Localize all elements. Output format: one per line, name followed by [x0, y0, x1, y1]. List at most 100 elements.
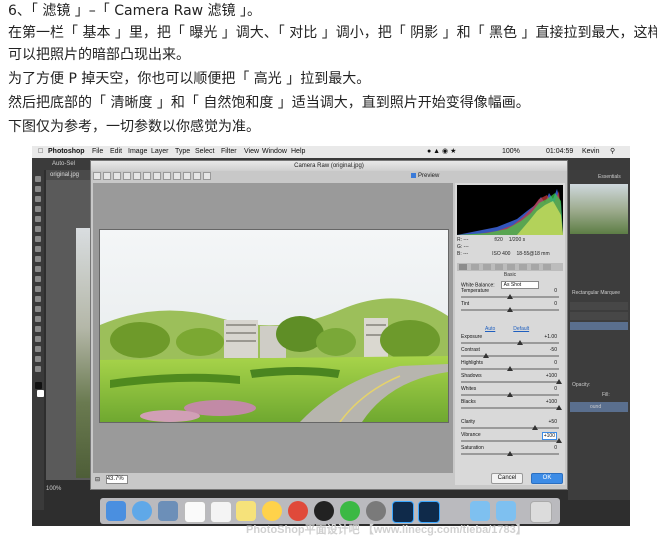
wechat-icon[interactable]: [340, 501, 360, 521]
slider-track[interactable]: [461, 381, 559, 383]
hsl-tab-icon[interactable]: [495, 264, 503, 270]
fx-tab-icon[interactable]: [531, 264, 539, 270]
panel-row-selected[interactable]: [570, 322, 628, 330]
zoom-control[interactable]: ⊟ 43.7%: [95, 475, 128, 484]
marquee-tool-icon[interactable]: [35, 186, 41, 192]
radial-filter-icon[interactable]: [203, 172, 211, 180]
calibration-tab-icon[interactable]: [543, 264, 551, 270]
auto-link[interactable]: Auto: [485, 326, 495, 332]
menu-edit[interactable]: Edit: [110, 146, 122, 158]
detail-tab-icon[interactable]: [483, 264, 491, 270]
type-tool-icon[interactable]: [35, 326, 41, 332]
slider-value[interactable]: -50: [550, 347, 557, 353]
ok-button[interactable]: OK: [531, 473, 563, 484]
path-select-icon[interactable]: [35, 336, 41, 342]
slider-value[interactable]: +100: [541, 432, 557, 440]
gradient-tool-icon[interactable]: [35, 286, 41, 292]
slider-knob[interactable]: [507, 366, 513, 371]
slider-knob[interactable]: [556, 379, 562, 384]
dodge-tool-icon[interactable]: [35, 306, 41, 312]
menu-select[interactable]: Select: [195, 146, 214, 158]
color-sampler-icon[interactable]: [123, 172, 131, 180]
panel-tabs[interactable]: [457, 263, 563, 271]
menu-layer[interactable]: Layer: [151, 146, 169, 158]
slider-value[interactable]: 0: [554, 445, 557, 451]
apple-icon[interactable]: : [38, 146, 43, 158]
hand-tool-icon[interactable]: [103, 172, 111, 180]
spot-removal-icon[interactable]: [163, 172, 171, 180]
menu-type[interactable]: Type: [175, 146, 190, 158]
chrome-icon[interactable]: [288, 501, 308, 521]
move-tool-options[interactable]: Auto-Sel: [52, 158, 75, 170]
eraser-tool-icon[interactable]: [35, 276, 41, 282]
photoshop-icon[interactable]: [392, 501, 414, 523]
history-brush-icon[interactable]: [35, 266, 41, 272]
straighten-icon[interactable]: [153, 172, 161, 180]
menu-view[interactable]: View: [244, 146, 259, 158]
slider-knob[interactable]: [556, 438, 562, 443]
slider-knob[interactable]: [507, 307, 513, 312]
system-preferences-icon[interactable]: [366, 501, 386, 521]
healing-tool-icon[interactable]: [35, 236, 41, 242]
graduated-filter-icon[interactable]: [193, 172, 201, 180]
slider-value[interactable]: +1.00: [544, 334, 557, 340]
photoshop-alt-icon[interactable]: [418, 501, 440, 523]
quick-select-tool-icon[interactable]: [35, 206, 41, 212]
menu-window[interactable]: Window: [262, 146, 287, 158]
calendar-icon[interactable]: [184, 501, 206, 523]
targeted-adjust-icon[interactable]: [133, 172, 141, 180]
slider-knob[interactable]: [482, 353, 489, 358]
slider-value[interactable]: 0: [554, 360, 557, 366]
menu-file[interactable]: File: [92, 146, 103, 158]
panel-row[interactable]: [570, 302, 628, 310]
hand-tool-icon[interactable]: [35, 356, 41, 362]
downloads-folder-icon[interactable]: [496, 501, 516, 521]
default-link[interactable]: Default: [513, 326, 529, 332]
preview-photo[interactable]: [99, 229, 449, 423]
slider-knob[interactable]: [507, 451, 513, 456]
slider-knob[interactable]: [531, 425, 538, 430]
preview-app-icon[interactable]: [158, 501, 178, 521]
foreground-color-icon[interactable]: [35, 382, 42, 389]
slider-value[interactable]: 0: [554, 288, 557, 294]
pen-tool-icon[interactable]: [35, 316, 41, 322]
slider-track[interactable]: [461, 440, 559, 442]
lens-tab-icon[interactable]: [519, 264, 527, 270]
slider-knob[interactable]: [507, 294, 513, 299]
brush-tool-icon[interactable]: [35, 246, 41, 252]
slider-value[interactable]: 0: [554, 301, 557, 307]
user-name[interactable]: Kevin: [582, 146, 600, 158]
stamp-tool-icon[interactable]: [35, 256, 41, 262]
slider-track[interactable]: [461, 407, 559, 409]
notes-icon[interactable]: [236, 501, 256, 521]
slider-track[interactable]: [461, 342, 559, 344]
crop-tool-icon[interactable]: [35, 216, 41, 222]
blur-tool-icon[interactable]: [35, 296, 41, 302]
slider-knob[interactable]: [507, 392, 513, 397]
split-tone-tab-icon[interactable]: [507, 264, 515, 270]
tone-curve-tab-icon[interactable]: [471, 264, 479, 270]
background-color-icon[interactable]: [37, 390, 44, 397]
zoom-tool-icon[interactable]: [93, 172, 101, 180]
basic-tab-icon[interactable]: [459, 264, 467, 270]
eyedropper-tool-icon[interactable]: [35, 226, 41, 232]
zoom-tool-icon[interactable]: [35, 366, 41, 372]
photos-icon[interactable]: [262, 501, 282, 521]
messages-icon[interactable]: [132, 501, 152, 521]
finder-icon[interactable]: [106, 501, 126, 521]
folder-icon[interactable]: [470, 501, 490, 521]
move-tool-icon[interactable]: [35, 176, 41, 182]
menu-help[interactable]: Help: [291, 146, 305, 158]
slider-knob[interactable]: [556, 405, 562, 410]
qq-icon[interactable]: [314, 501, 334, 521]
panel-row[interactable]: [570, 312, 628, 320]
shape-tool-icon[interactable]: [35, 346, 41, 352]
adjustment-brush-icon[interactable]: [183, 172, 191, 180]
trash-icon[interactable]: [530, 501, 552, 523]
white-balance-tool-icon[interactable]: [113, 172, 121, 180]
camera-raw-canvas[interactable]: [93, 183, 453, 473]
slider-track[interactable]: [461, 355, 559, 357]
menu-image[interactable]: Image: [128, 146, 147, 158]
slider-track[interactable]: [461, 427, 559, 429]
menu-app-name[interactable]: Photoshop: [48, 146, 85, 158]
